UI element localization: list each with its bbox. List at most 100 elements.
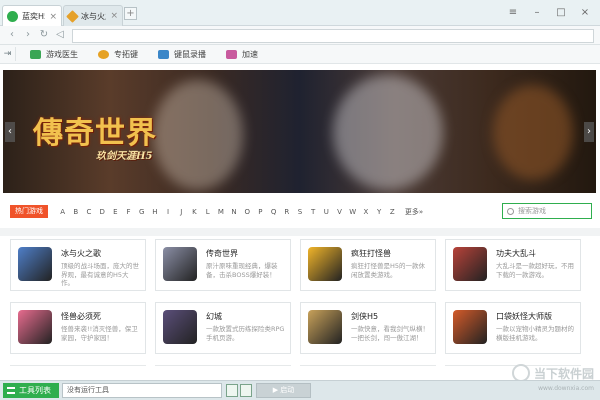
game-thumbnail — [308, 310, 342, 344]
letter-filter-f[interactable]: F — [122, 208, 135, 216]
keyboard-icon — [158, 49, 169, 59]
letter-filter-z[interactable]: Z — [386, 208, 399, 216]
game-thumbnail — [163, 247, 197, 281]
game-card-partial — [10, 365, 146, 373]
tool-list-button[interactable]: 工具列表 — [3, 383, 59, 398]
watermark-brand: 当下软件园 — [533, 366, 594, 381]
game-card[interactable]: 幻城 一款放置式历练探险类RPG手机页游。 — [155, 302, 291, 354]
letter-filter-n[interactable]: N — [227, 208, 240, 216]
toolbar: ⇥ 游戏医生 专拓键 键鼠录播 加速 — [0, 45, 600, 64]
grid-icon[interactable] — [240, 384, 252, 397]
tab-h5-games[interactable]: 蓝奕H5游戏... × — [2, 5, 62, 27]
letter-filter-p[interactable]: P — [254, 208, 267, 216]
tab-game[interactable]: 冰与火之歌 × — [63, 5, 123, 26]
letter-filter-e[interactable]: E — [109, 208, 122, 216]
toolbar-item-label: 加速 — [242, 49, 258, 59]
letter-filter-h[interactable]: H — [148, 208, 161, 216]
letter-list: ABCDEFGHIJKLMNOPQRSTUVWXYZ — [56, 208, 399, 216]
new-tab-button[interactable]: + — [124, 7, 137, 20]
menu-icon[interactable]: ≡ — [502, 4, 524, 20]
letter-filter-w[interactable]: W — [346, 208, 359, 216]
toolbar-keyboard-record[interactable]: 键鼠录播 — [158, 49, 206, 60]
game-card[interactable]: 传奇世界原汁原味重现经典，爆装备，击杀BOSS爆好装！ — [155, 239, 291, 291]
letter-filter-i[interactable]: I — [162, 208, 175, 216]
game-thumbnail — [453, 247, 487, 281]
toolbar-game-doctor[interactable]: 游戏医生 — [30, 49, 78, 60]
watermark-url: www.downxia.com — [538, 385, 594, 392]
banner-tome — [493, 85, 573, 180]
forward-icon[interactable]: › — [22, 29, 34, 41]
game-name: 传奇世界 — [206, 249, 238, 258]
game-name: 怪兽必须死 — [61, 312, 101, 321]
letter-filter-l[interactable]: L — [201, 208, 214, 216]
gamepad-icon — [226, 49, 237, 59]
game-description: 大乱斗是一款超好玩，不用下载的一款游戏。 — [496, 262, 574, 279]
search-input[interactable]: 搜索游戏 — [502, 203, 592, 219]
back-icon[interactable]: ‹ — [6, 29, 18, 41]
sidebar-toggle-icon[interactable]: ⇥ — [0, 47, 16, 61]
letter-filter-s[interactable]: S — [293, 208, 306, 216]
tab-label: 冰与火之歌 — [81, 11, 106, 21]
hot-games-tab[interactable]: 热门游戏 — [10, 205, 48, 218]
game-card[interactable]: 冰与火之歌 顶级的战斗场面，庞大的世界观，最有诚意的H5大作。 — [10, 239, 146, 291]
maximize-icon[interactable]: □ — [550, 4, 572, 20]
letter-filter-r[interactable]: R — [280, 208, 293, 216]
toolbar-item-label: 键鼠录播 — [174, 49, 206, 59]
close-window-icon[interactable]: × — [574, 4, 596, 20]
start-button[interactable]: ▶ 启动 — [256, 383, 311, 398]
letter-filter-y[interactable]: Y — [373, 208, 386, 216]
letter-filter-u[interactable]: U — [320, 208, 333, 216]
letter-filter-d[interactable]: D — [96, 208, 109, 216]
letter-filter-m[interactable]: M — [214, 208, 227, 216]
letter-filter-q[interactable]: Q — [267, 208, 280, 216]
game-description: 怪兽来袭!!消灭怪兽，保卫家园，守护家园！ — [61, 325, 138, 342]
minimize-icon[interactable]: – — [526, 4, 548, 20]
game-card[interactable]: 功夫大乱斗 大乱斗是一款超好玩，不用下载的一款游戏。 — [445, 239, 581, 291]
speaker-icon[interactable]: ◁ — [54, 29, 66, 41]
letter-filter-k[interactable]: K — [188, 208, 201, 216]
address-bar-input[interactable] — [72, 29, 594, 43]
list-icon — [7, 387, 15, 394]
letter-filter-o[interactable]: O — [241, 208, 254, 216]
banner-character-right — [333, 75, 443, 190]
letter-filter-t[interactable]: T — [307, 208, 320, 216]
status-bar: 工具列表 没有运行工具 ▶ 启动 — [0, 380, 600, 400]
game-card-partial — [300, 365, 436, 373]
game-card[interactable]: 口袋妖怪大师版 一款以宠物小精灵为题材的横版挂机游戏。 — [445, 302, 581, 354]
letter-filter-b[interactable]: B — [69, 208, 82, 216]
letter-filter-a[interactable]: A — [56, 208, 69, 216]
game-name: 口袋妖怪大师版 — [496, 312, 552, 321]
document-icon[interactable] — [226, 384, 238, 397]
letter-filter-v[interactable]: V — [333, 208, 346, 216]
letter-filter-c[interactable]: C — [82, 208, 95, 216]
tool-list-label: 工具列表 — [19, 386, 51, 395]
close-icon[interactable]: × — [110, 11, 118, 21]
toolbar-special-key[interactable]: 专拓键 — [98, 49, 138, 60]
eye-icon — [98, 49, 109, 59]
toolbar-accelerate[interactable]: 加速 — [226, 49, 258, 60]
game-card[interactable]: 怪兽必须死怪兽来袭!!消灭怪兽，保卫家园，守护家园！ — [10, 302, 146, 354]
toolbar-item-label: 专拓键 — [114, 49, 138, 59]
banner-prev-button[interactable]: ‹ — [5, 121, 15, 142]
letter-filter-j[interactable]: J — [175, 208, 188, 216]
game-description: 一款放置式历练探险类RPG手机页游。 — [206, 325, 285, 342]
game-card[interactable]: 剑侠H5 一款快意，看我剑气纵横！一把长剑，闯一傲江湖！ — [300, 302, 436, 354]
letter-filter-x[interactable]: X — [359, 208, 372, 216]
navigation-bar: ‹ › ↻ ◁ — [0, 26, 600, 45]
refresh-icon[interactable]: ↻ — [38, 29, 50, 41]
close-icon[interactable]: × — [49, 12, 57, 22]
window-controls: ≡ – □ × — [502, 4, 596, 20]
game-thumbnail — [308, 247, 342, 281]
tab-label: 蓝奕H5游戏... — [22, 12, 45, 21]
banner-next-button[interactable]: › — [584, 121, 594, 142]
h5-game-favicon — [7, 11, 18, 22]
section-divider — [0, 228, 600, 236]
tab-bar: 蓝奕H5游戏... × 冰与火之歌 × + ≡ – □ × — [0, 0, 600, 27]
search-placeholder: 搜索游戏 — [518, 207, 546, 215]
running-tool-field[interactable]: 没有运行工具 — [62, 383, 222, 398]
game-card[interactable]: 疯狂打怪兽 疯狂打怪兽是H5的一款休闲放置类游戏。 — [300, 239, 436, 291]
game-banner[interactable]: 傳奇世界 玖剑天涯H5 ‹ › — [3, 70, 596, 193]
more-link[interactable]: 更多» — [405, 207, 423, 217]
game-description: 原汁原味重现经典，爆装备，击杀BOSS爆好装！ — [206, 262, 278, 279]
letter-filter-g[interactable]: G — [135, 208, 148, 216]
